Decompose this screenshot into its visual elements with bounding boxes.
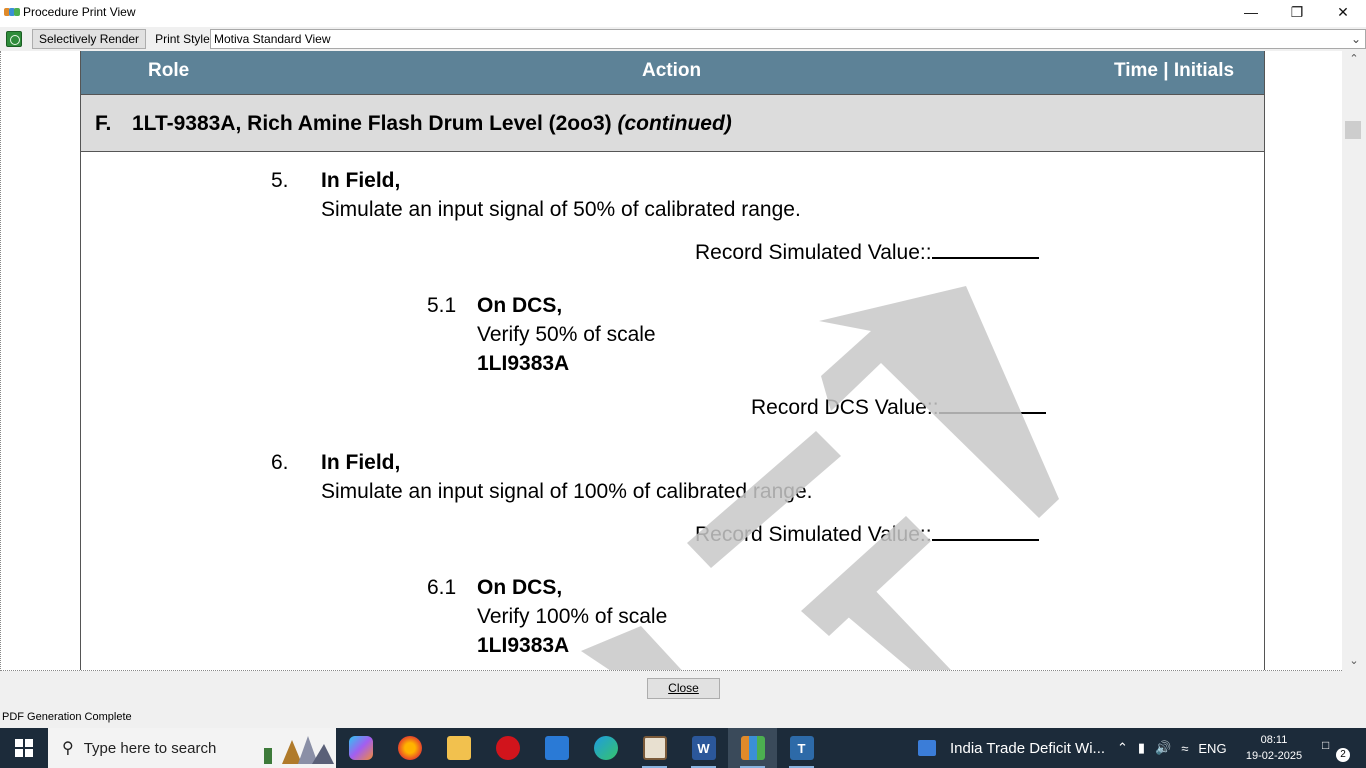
section-title: 1LT-9383A, Rich Amine Flash Drum Level (… xyxy=(132,112,732,136)
certificate-app-icon[interactable] xyxy=(630,728,679,768)
record-blank-line xyxy=(931,521,1039,541)
copilot-app-icon[interactable] xyxy=(336,728,385,768)
edge-app-icon[interactable] xyxy=(581,728,630,768)
step-location: In Field, xyxy=(321,169,401,192)
record-label: Record Simulated Value:: xyxy=(695,241,932,264)
step-instruction: Simulate an input signal of 100% of cali… xyxy=(321,480,813,503)
vertical-scrollbar[interactable]: ⌃ ⌄ xyxy=(1342,51,1366,671)
record-field: Record DCS Value:: xyxy=(751,394,1046,420)
chevron-down-icon: ⌄ xyxy=(1350,32,1361,46)
remote-app-icon[interactable]: T xyxy=(777,728,826,768)
system-tray: ⌃ ▮ 🔊 ≈ ENG xyxy=(1112,728,1232,768)
procedure-page: Role Action Time | Initials F. 1LT-9383A… xyxy=(80,51,1265,670)
print-style-label: Print Style: xyxy=(155,32,214,46)
section-title-text: 1LT-9383A, Rich Amine Flash Drum Level (… xyxy=(132,112,618,135)
notification-icon[interactable]: □ 2 xyxy=(1322,738,1350,762)
step-number: 5. xyxy=(271,169,289,192)
substep-tag: 1LI9383A xyxy=(477,352,570,375)
news-icon xyxy=(918,740,936,756)
app-logo-icon xyxy=(4,6,20,18)
section-heading: F. 1LT-9383A, Rich Amine Flash Drum Leve… xyxy=(81,94,1264,152)
header-time-initials: Time | Initials xyxy=(1114,60,1235,81)
taskbar-search-box[interactable]: ⚲ Type here to search xyxy=(48,728,336,768)
print-style-value: Motiva Standard View xyxy=(214,32,331,46)
substep-number: 5.1 xyxy=(427,294,457,317)
windows-start-icon[interactable] xyxy=(0,728,48,768)
title-bar: Procedure Print View — ❐ ✕ xyxy=(0,0,1366,24)
scroll-down-icon[interactable]: ⌄ xyxy=(1342,653,1366,670)
minimize-button[interactable]: — xyxy=(1228,0,1274,24)
document-viewport[interactable]: Role Action Time | Initials F. 1LT-9383A… xyxy=(0,51,1342,671)
chevron-up-icon[interactable]: ⌃ xyxy=(1117,740,1128,756)
language-indicator[interactable]: ENG xyxy=(1198,741,1226,756)
window-title: Procedure Print View xyxy=(23,5,136,19)
record-label: Record Simulated Value:: xyxy=(695,523,932,546)
search-icon: ⚲ xyxy=(62,740,74,757)
news-text: India Trade Deficit Wi... xyxy=(950,739,1106,757)
record-field: Record Simulated Value:: xyxy=(695,239,1039,265)
toolbar: Selectively Render Print Style: Motiva S… xyxy=(0,27,1366,51)
selectively-render-button[interactable]: Selectively Render xyxy=(32,29,147,49)
step-number: 6. xyxy=(271,451,289,474)
scroll-thumb[interactable] xyxy=(1345,121,1361,139)
record-blank-line xyxy=(938,394,1046,414)
refresh-icon[interactable] xyxy=(6,31,22,47)
scroll-up-icon[interactable]: ⌃ xyxy=(1342,51,1366,68)
volume-icon[interactable]: 🔊 xyxy=(1155,740,1171,756)
clock-date: 19-02-2025 xyxy=(1245,750,1303,762)
footer-area: Close PDF Generation Complete xyxy=(0,671,1366,728)
print-style-select[interactable]: Motiva Standard View ⌄ xyxy=(210,29,1366,49)
mail-app-icon[interactable] xyxy=(532,728,581,768)
substep-location: On DCS, xyxy=(477,294,563,317)
step-location: In Field, xyxy=(321,451,401,474)
substep-tag: 1LI9383A xyxy=(477,634,570,657)
close-button[interactable]: Close xyxy=(647,678,720,699)
clock[interactable]: 08:11 19-02-2025 xyxy=(1244,732,1304,764)
record-blank-line xyxy=(931,239,1039,259)
firefox-app-icon[interactable] xyxy=(385,728,434,768)
header-action: Action xyxy=(642,60,702,81)
search-placeholder: Type here to search xyxy=(83,739,217,757)
header-role: Role xyxy=(148,60,190,81)
clock-time: 08:11 xyxy=(1260,734,1288,746)
status-text: PDF Generation Complete xyxy=(2,711,132,723)
substep-instruction: Verify 100% of scale xyxy=(477,605,668,628)
word-app-icon[interactable]: W xyxy=(679,728,728,768)
record-field: Record Simulated Value:: xyxy=(695,521,1039,547)
procedure-app-icon[interactable] xyxy=(728,728,777,768)
notification-badge: 2 xyxy=(1336,748,1350,762)
substep-number: 6.1 xyxy=(427,576,457,599)
restore-button[interactable]: ❐ xyxy=(1274,0,1320,24)
file-explorer-app-icon[interactable] xyxy=(434,728,483,768)
record-label: Record DCS Value:: xyxy=(751,396,939,419)
table-header: Role Action Time | Initials xyxy=(81,51,1264,94)
battery-icon[interactable]: ▮ xyxy=(1138,740,1145,756)
substep-instruction: Verify 50% of scale xyxy=(477,323,656,346)
step-instruction: Simulate an input signal of 50% of calib… xyxy=(321,198,801,221)
section-letter: F. xyxy=(95,112,112,135)
news-widget[interactable]: India Trade Deficit Wi... xyxy=(918,728,1105,768)
opera-app-icon[interactable] xyxy=(483,728,532,768)
search-highlight-art-icon xyxy=(264,736,334,764)
section-continued: (continued) xyxy=(617,112,732,135)
substep-location: On DCS, xyxy=(477,576,563,599)
close-window-button[interactable]: ✕ xyxy=(1320,0,1366,24)
wifi-icon[interactable]: ≈ xyxy=(1181,741,1188,756)
taskbar: ⚲ Type here to search W T India Trade De… xyxy=(0,728,1366,768)
